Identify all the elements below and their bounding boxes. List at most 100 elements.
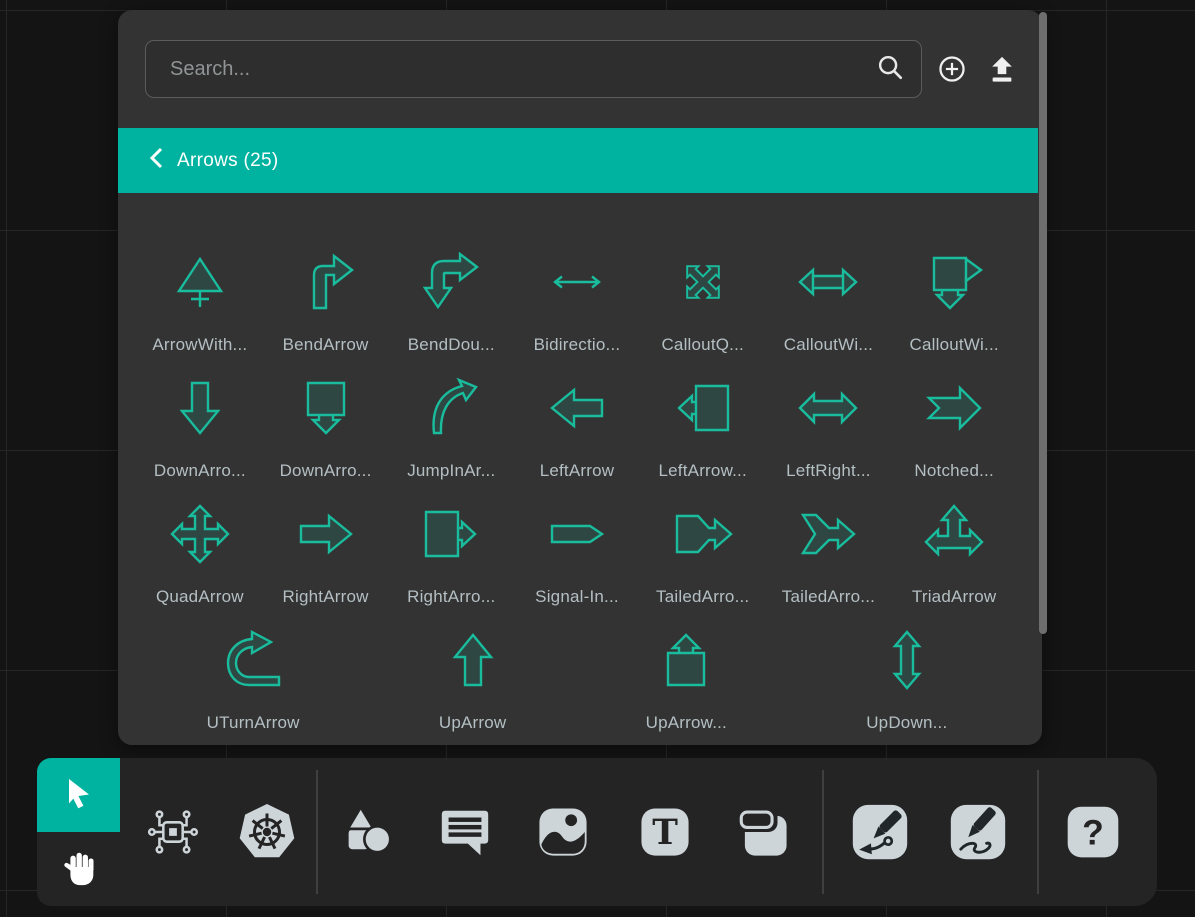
tool-text[interactable]: T (635, 802, 695, 862)
quad-arrow-icon (168, 502, 232, 571)
right-arrow-icon (294, 502, 358, 571)
shape-label: CalloutWi... (784, 335, 873, 355)
shape-item-up-arrow-callout[interactable]: UpArrow... (646, 618, 727, 744)
shape-item-jump-in-arrow[interactable]: JumpInAr... (388, 366, 514, 492)
tool-basic-shapes[interactable] (339, 803, 397, 861)
tool-frame[interactable] (733, 802, 793, 862)
tool-kubernetes-shapes[interactable] (235, 800, 299, 864)
shape-item-up-down-arrow[interactable]: UpDown... (866, 618, 947, 744)
upload-icon[interactable] (986, 53, 1018, 85)
hand-icon (58, 847, 100, 892)
shape-item-down-arrow-callout[interactable]: DownArro... (263, 366, 389, 492)
callout-bend-arrow-icon (922, 250, 986, 319)
pen-scribble-icon (949, 803, 1007, 861)
pointer-tool-group (37, 758, 120, 906)
tailed-arrow-rect-icon (671, 502, 735, 571)
left-arrow-callout-icon (671, 376, 735, 445)
jump-in-arrow-icon (419, 376, 483, 445)
shape-item-tailed-arrow-chevron[interactable]: TailedArro... (766, 492, 892, 618)
search-icon (875, 52, 905, 87)
shape-item-left-arrow[interactable]: LeftArrow (514, 366, 640, 492)
shape-label: LeftArrow... (659, 461, 747, 481)
shape-item-signal-in[interactable]: Signal-In... (514, 492, 640, 618)
shape-label: UpDown... (866, 713, 947, 733)
shape-item-right-arrow[interactable]: RightArrow (263, 492, 389, 618)
help-button[interactable]: ? (1066, 805, 1120, 859)
shape-item-right-arrow-callout[interactable]: RightArro... (388, 492, 514, 618)
tool-draw-arrow[interactable] (851, 803, 909, 861)
shape-library-panel: Arrows (25) ArrowWith... BendArrow BendDou… (118, 10, 1042, 745)
shape-item-left-arrow-callout[interactable]: LeftArrow... (640, 366, 766, 492)
shape-label: UTurnArrow (207, 713, 300, 733)
tool-image[interactable] (533, 802, 593, 862)
shape-item-down-arrow[interactable]: DownArro... (137, 366, 263, 492)
up-down-arrow-icon (875, 628, 939, 697)
shape-label: DownArro... (280, 461, 372, 481)
signal-in-icon (545, 502, 609, 571)
shape-label: TailedArro... (782, 587, 875, 607)
shape-item-quad-arrow[interactable]: QuadArrow (137, 492, 263, 618)
svg-text:T: T (652, 813, 678, 853)
tool-pan[interactable] (37, 832, 120, 906)
shape-label: Notched... (914, 461, 994, 481)
chevron-left-icon (149, 147, 164, 174)
shape-item-bend-arrow[interactable]: BendArrow (263, 240, 389, 366)
image-icon (534, 803, 592, 861)
tailed-arrow-chevron-icon (796, 502, 860, 571)
shape-item-notched-right-arrow[interactable]: Notched... (891, 366, 1017, 492)
shape-item-left-right-arrow[interactable]: LeftRight... (766, 366, 892, 492)
search-input-wrap[interactable] (145, 40, 922, 98)
shape-grid-last-row: UTurnArrow UpArrow UpArrow... UpDown... (137, 618, 1017, 744)
shape-item-callout-left-right-arrow[interactable]: CalloutWi... (766, 240, 892, 366)
callout-quad-arrow-icon (671, 250, 735, 319)
triad-arrow-icon (922, 502, 986, 571)
callout-left-right-arrow-icon (796, 250, 860, 319)
category-title: Arrows (25) (177, 150, 278, 172)
shape-label: Signal-In... (535, 587, 619, 607)
shape-item-up-arrow[interactable]: UpArrow (439, 618, 507, 744)
add-circle-icon[interactable] (936, 53, 968, 85)
bend-arrow-icon (294, 250, 358, 319)
notched-right-arrow-icon (922, 376, 986, 445)
panel-scrollbar[interactable] (1039, 12, 1047, 634)
comment-icon (436, 803, 494, 861)
shape-label: CalloutWi... (909, 335, 998, 355)
shape-label: Bidirectio... (534, 335, 621, 355)
tool-comment[interactable] (435, 802, 495, 862)
toolbar-divider (1037, 770, 1039, 894)
shape-label: UpArrow (439, 713, 507, 733)
kubernetes-wheel-icon (235, 800, 299, 864)
bend-double-arrow-icon (419, 250, 483, 319)
shape-label: TriadArrow (912, 587, 997, 607)
search-input[interactable] (168, 57, 875, 82)
cursor-icon (59, 774, 99, 817)
shape-item-bend-double-arrow[interactable]: BendDou... (388, 240, 514, 366)
chip-icon (142, 801, 204, 863)
bidirectional-arrow-icon (545, 250, 609, 319)
category-header-arrows[interactable]: Arrows (25) (118, 128, 1038, 193)
shape-item-triad-arrow[interactable]: TriadArrow (891, 492, 1017, 618)
shape-item-bidirectional-arrow[interactable]: Bidirectio... (514, 240, 640, 366)
shape-item-u-turn-arrow[interactable]: UTurnArrow (207, 618, 300, 744)
toolbar-divider (316, 770, 318, 894)
shape-item-arrow-with-tail[interactable]: ArrowWith... (137, 240, 263, 366)
down-arrow-callout-icon (294, 376, 358, 445)
shape-label: BendArrow (283, 335, 369, 355)
down-arrow-icon (168, 376, 232, 445)
shape-label: DownArro... (154, 461, 246, 481)
tool-select[interactable] (37, 758, 120, 832)
shape-item-tailed-arrow-rect[interactable]: TailedArro... (640, 492, 766, 618)
arrow-with-tail-icon (168, 250, 232, 319)
pen-arrow-icon (851, 803, 909, 861)
left-right-arrow-icon (796, 376, 860, 445)
shape-item-callout-bend-arrow[interactable]: CalloutWi... (891, 240, 1017, 366)
shape-label: ArrowWith... (152, 335, 247, 355)
tool-network-shapes[interactable] (141, 800, 205, 864)
shape-label: BendDou... (408, 335, 495, 355)
main-toolbar: T (120, 758, 1157, 906)
frame-icon (734, 803, 792, 861)
tool-freehand[interactable] (949, 803, 1007, 861)
shape-label: QuadArrow (156, 587, 244, 607)
shape-item-callout-quad-arrow[interactable]: CalloutQ... (640, 240, 766, 366)
u-turn-arrow-icon (221, 628, 285, 697)
